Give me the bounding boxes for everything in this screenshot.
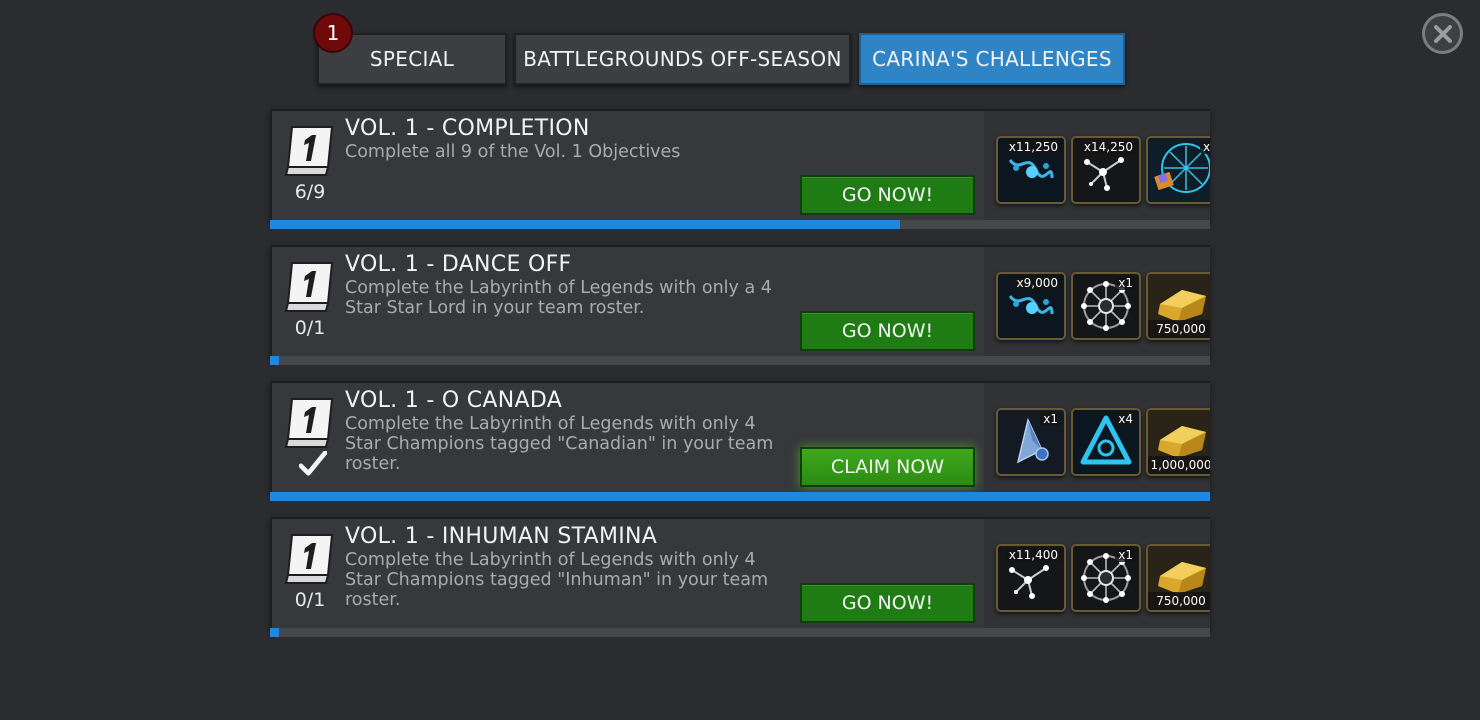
progress-bar	[270, 628, 1210, 637]
reward-item[interactable]: x1	[1071, 544, 1141, 612]
challenge-title: VOL. 1 - COMPLETION	[345, 116, 590, 141]
progress-fill	[270, 628, 280, 637]
reward-item[interactable]: 750,000	[1146, 272, 1210, 340]
rewards-panel: x9,000 x1 750,000	[984, 247, 1210, 357]
progress-bar	[270, 492, 1210, 501]
reward-quantity: x1	[1115, 276, 1136, 290]
reward-item[interactable]: x4	[1071, 408, 1141, 476]
go-now-button[interactable]: GO NOW!	[800, 311, 975, 351]
rewards-panel: x11,250 x14,250 x	[984, 111, 1210, 221]
challenge-description: Complete the Labyrinth of Legends with o…	[345, 414, 774, 474]
book-icon	[282, 395, 338, 451]
reward-item[interactable]: x11,400	[996, 544, 1066, 612]
progress-counter: 0/1	[294, 589, 326, 611]
reward-quantity: x1	[1115, 548, 1136, 562]
reward-quantity: x9,000	[1013, 276, 1061, 290]
challenge-description: Complete the Labyrinth of Legends with o…	[345, 278, 772, 318]
progress-fill	[270, 356, 280, 365]
progress-fill	[270, 220, 900, 229]
notification-badge: 1	[313, 13, 353, 53]
go-now-button[interactable]: GO NOW!	[800, 583, 975, 623]
reward-amount: 1,000,000	[1148, 456, 1210, 474]
reward-item[interactable]: x11,250	[996, 136, 1066, 204]
progress-bar	[270, 220, 1210, 229]
reward-item[interactable]: 750,000	[1146, 544, 1210, 612]
reward-quantity: x11,250	[1005, 140, 1061, 154]
reward-item[interactable]: x1	[1071, 272, 1141, 340]
reward-quantity: x4	[1115, 412, 1136, 426]
reward-item[interactable]: x1	[996, 408, 1066, 476]
rewards-panel: x1 x4 1,000,000	[984, 383, 1210, 493]
reward-item[interactable]: 1,000,000	[1146, 408, 1210, 476]
reward-item[interactable]: x9,000	[996, 272, 1066, 340]
challenge-card-dance-off: 0/1 VOL. 1 - DANCE OFF Complete the Laby…	[270, 245, 1210, 357]
go-now-button[interactable]: GO NOW!	[800, 175, 975, 215]
challenge-card-inhuman-stamina: 0/1 VOL. 1 - INHUMAN STAMINA Complete th…	[270, 517, 1210, 629]
reward-quantity: x1	[1040, 412, 1061, 426]
close-icon	[1434, 25, 1452, 43]
reward-quantity: x11,400	[1005, 548, 1061, 562]
challenge-title: VOL. 1 - O CANADA	[345, 388, 563, 413]
progress-counter: 6/9	[294, 181, 326, 203]
progress-counter: 0/1	[294, 317, 326, 339]
tab-carinas-challenges[interactable]: CARINA'S CHALLENGES	[859, 33, 1125, 85]
reward-item[interactable]: x14,250	[1071, 136, 1141, 204]
book-icon	[282, 531, 338, 587]
tab-battlegrounds-off-season[interactable]: BATTLEGROUNDS OFF-SEASON	[514, 33, 851, 85]
checkmark-icon	[299, 451, 327, 477]
book-icon	[282, 123, 338, 179]
reward-quantity: x14,250	[1080, 140, 1136, 154]
rewards-panel: x11,400 x1 750,000	[984, 519, 1210, 629]
reward-item[interactable]: x	[1146, 136, 1210, 204]
close-button[interactable]	[1422, 13, 1463, 54]
challenge-title: VOL. 1 - INHUMAN STAMINA	[345, 524, 658, 549]
progress-fill	[270, 492, 1210, 501]
challenge-description: Complete all 9 of the Vol. 1 Objectives	[345, 142, 681, 162]
reward-quantity: x	[1200, 140, 1210, 154]
book-icon	[282, 259, 338, 315]
challenge-card-o-canada: VOL. 1 - O CANADA Complete the Labyrinth…	[270, 381, 1210, 493]
challenge-card-completion: 6/9 VOL. 1 - COMPLETION Complete all 9 o…	[270, 109, 1210, 221]
challenge-description: Complete the Labyrinth of Legends with o…	[345, 550, 769, 610]
claim-now-button[interactable]: CLAIM NOW	[800, 447, 975, 487]
reward-amount: 750,000	[1148, 592, 1210, 610]
challenge-title: VOL. 1 - DANCE OFF	[345, 252, 572, 277]
reward-amount: 750,000	[1148, 320, 1210, 338]
progress-bar	[270, 356, 1210, 365]
